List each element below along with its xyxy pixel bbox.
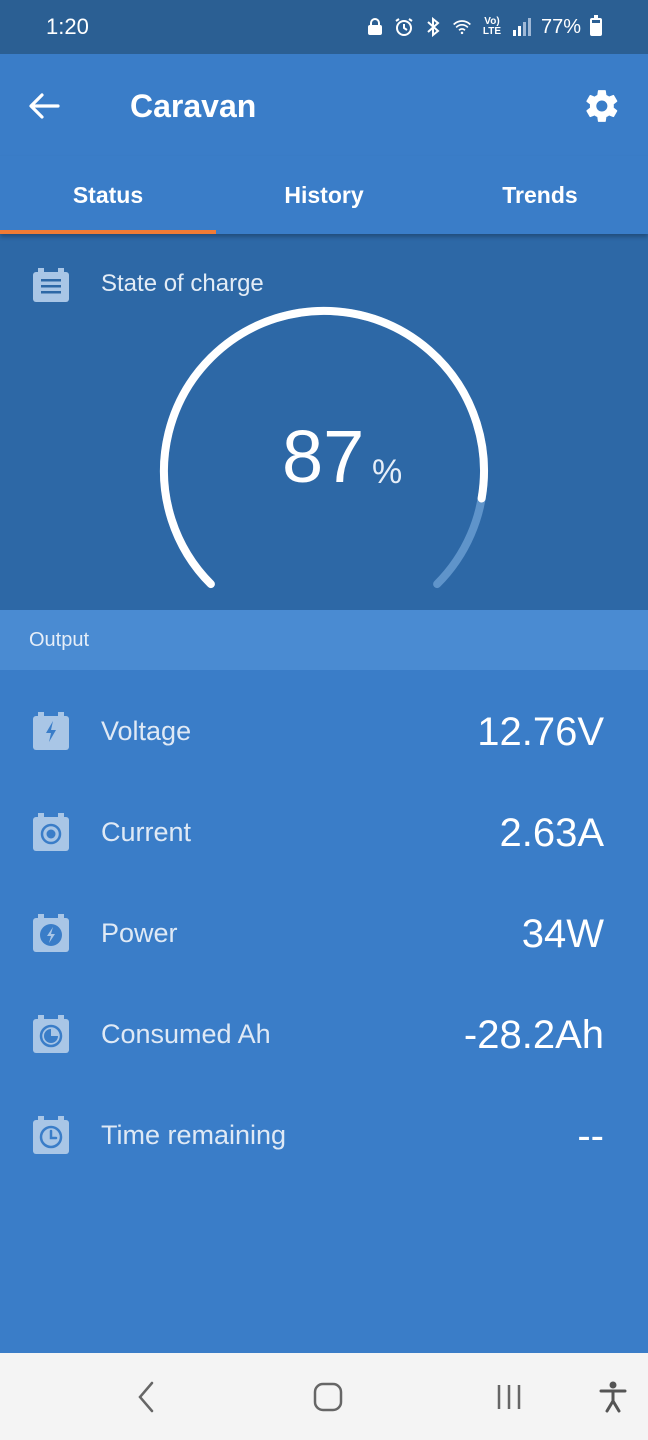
- clock-icon: [33, 1116, 69, 1154]
- current-icon: [33, 813, 69, 851]
- settings-button[interactable]: [578, 82, 626, 130]
- chevron-left-icon: [138, 1381, 154, 1413]
- state-of-charge-panel: State of charge 87 %: [0, 234, 648, 610]
- status-time: 1:20: [46, 14, 89, 39]
- output-row-time-remaining[interactable]: Time remaining --: [0, 1074, 648, 1175]
- tab-history[interactable]: History: [216, 156, 432, 234]
- recents-icon: [497, 1385, 521, 1409]
- output-row-consumed-ah[interactable]: Consumed Ah -28.2Ah: [0, 973, 648, 1074]
- home-square-icon: [313, 1382, 343, 1412]
- nav-back-button[interactable]: [122, 1373, 170, 1421]
- back-button[interactable]: [22, 84, 66, 128]
- tab-bar: Status History Trends: [0, 156, 648, 234]
- time-remaining-value: --: [577, 1114, 604, 1158]
- battery-percent: 77%: [540, 15, 581, 38]
- accessibility-button[interactable]: [589, 1373, 637, 1421]
- consumed-icon: [33, 1015, 69, 1053]
- bluetooth-icon: [423, 17, 443, 37]
- voltage-value: 12.76V: [477, 710, 604, 754]
- arrow-left-icon: [29, 93, 60, 119]
- output-row-voltage[interactable]: Voltage 12.76V: [0, 670, 648, 771]
- system-nav-bar: [0, 1353, 648, 1440]
- power-value: 34W: [521, 912, 604, 956]
- gear-icon: [586, 90, 618, 122]
- nav-home-button[interactable]: [304, 1373, 352, 1421]
- wifi-icon: [452, 17, 472, 37]
- battery-list-icon: [33, 268, 69, 302]
- current-value: 2.63A: [499, 811, 604, 855]
- consumed-ah-label: Consumed Ah: [101, 1019, 271, 1049]
- battery-icon: [590, 15, 602, 36]
- output-row-current[interactable]: Current 2.63A: [0, 771, 648, 872]
- alarm-icon: [394, 17, 414, 37]
- nav-recents-button[interactable]: [485, 1373, 533, 1421]
- voltage-label: Voltage: [101, 716, 192, 746]
- soc-label: State of charge: [101, 270, 264, 297]
- status-icons: Vo) LTE 77%: [365, 15, 602, 39]
- current-label: Current: [101, 817, 192, 847]
- page-title: Caravan: [130, 88, 257, 124]
- tab-status[interactable]: Status: [0, 156, 216, 234]
- lte-indicator: Vo) LTE: [482, 16, 502, 37]
- power-label: Power: [101, 918, 178, 948]
- tab-trends[interactable]: Trends: [432, 156, 648, 234]
- app-bar: Caravan: [0, 54, 648, 156]
- output-section-header: Output: [0, 610, 648, 670]
- accessibility-icon: [599, 1381, 627, 1413]
- soc-value: 87: [282, 415, 365, 498]
- output-list: Voltage 12.76V Current 2.63A Power 34W C…: [0, 670, 648, 1175]
- bolt-icon: [33, 712, 69, 750]
- soc-unit: %: [372, 453, 403, 491]
- system-status-bar: 1:20 Vo) LTE 77%: [0, 0, 648, 54]
- power-icon: [33, 914, 69, 952]
- time-remaining-label: Time remaining: [101, 1120, 287, 1150]
- output-row-power[interactable]: Power 34W: [0, 872, 648, 973]
- signal-icon: [512, 17, 532, 37]
- consumed-ah-value: -28.2Ah: [463, 1013, 604, 1057]
- lock-notification-icon: [365, 17, 385, 37]
